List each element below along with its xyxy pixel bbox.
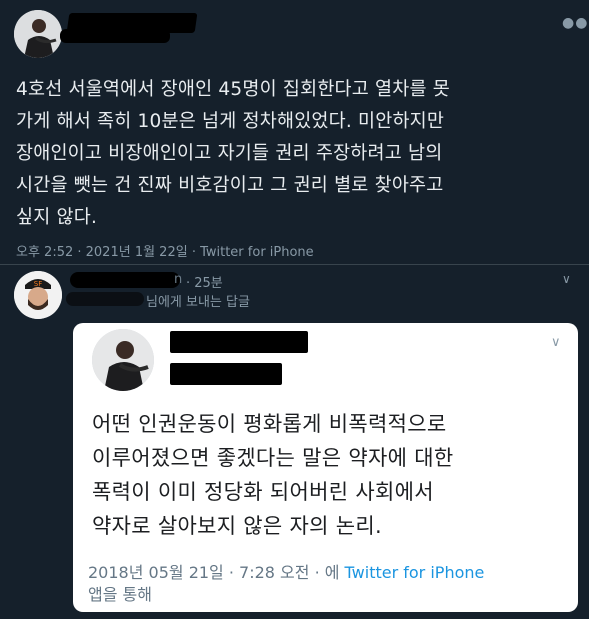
reply-avatar[interactable]: SF (14, 271, 62, 319)
redacted-embed-name (170, 331, 308, 353)
embed-meta-date: 2018년 05월 21일 · 7:28 오전 · 에 (88, 563, 345, 582)
embed-text: 어떤 인권운동이 평화롭게 비폭력적으로 이루어졌으면 좋겠다는 말은 약자에 … (92, 407, 572, 543)
divider (0, 264, 589, 265)
embed-profile-photo (92, 329, 154, 391)
reply-profile-photo: SF (14, 271, 62, 319)
profile-photo (14, 10, 62, 58)
tweet-line: 가게 해서 족히 10분은 넘게 정차해있었다. 미안하지만 (16, 111, 445, 132)
reply-handle-fragment: n (174, 272, 183, 287)
tweet-timestamp[interactable]: 오후 2:52 · 2021년 1월 22일 · Twitter for iPh… (16, 241, 314, 260)
redacted-replying-to (66, 292, 144, 306)
svg-text:SF: SF (34, 280, 42, 288)
redacted-reply-name (70, 272, 180, 288)
embed-line: 이루어졌으면 좋겠다는 말은 약자에 대한 (92, 446, 454, 470)
tweet-line: 시간을 뺏는 건 진짜 비호감이고 그 권리 별로 찾아주고 (16, 175, 444, 196)
embedded-tweet-card[interactable]: ∨ 어떤 인권운동이 평화롭게 비폭력적으로 이루어졌으면 좋겠다는 말은 약자… (73, 323, 578, 612)
redacted-embed-handle (170, 363, 282, 385)
replying-to: 님에게 보내는 답글 (146, 295, 250, 310)
embed-meta: 2018년 05월 21일 · 7:28 오전 · 에 Twitter for … (88, 562, 568, 606)
embed-avatar (92, 329, 154, 391)
reply-time[interactable]: · 25분 (186, 272, 223, 291)
embed-line: 약자로 살아보지 않은 자의 논리. (92, 514, 382, 538)
tweet-text: 4호선 서울역에서 장애인 45명이 집회한다고 열차를 못 가게 해서 족히 … (16, 74, 581, 234)
more-horizontal-icon[interactable]: ●●● (562, 15, 589, 31)
redacted-handle (60, 29, 170, 43)
embed-meta-source-link[interactable]: Twitter for iPhone (345, 563, 485, 582)
chevron-down-icon[interactable]: ∨ (551, 335, 561, 350)
embed-line: 폭력이 이미 정당화 되어버린 사회에서 (92, 480, 434, 504)
embed-meta-suffix: 앱을 통해 (88, 585, 152, 604)
avatar[interactable] (14, 10, 62, 58)
chevron-down-icon[interactable]: ∨ (562, 272, 572, 286)
tweet-line: 장애인이고 비장애인이고 자기들 권리 주장하려고 남의 (16, 143, 443, 164)
tweet-line: 4호선 서울역에서 장애인 45명이 집회한다고 열차를 못 (16, 79, 451, 100)
tweet-line: 싶지 않다. (16, 207, 98, 228)
embed-line: 어떤 인권운동이 평화롭게 비폭력적으로 (92, 412, 447, 436)
